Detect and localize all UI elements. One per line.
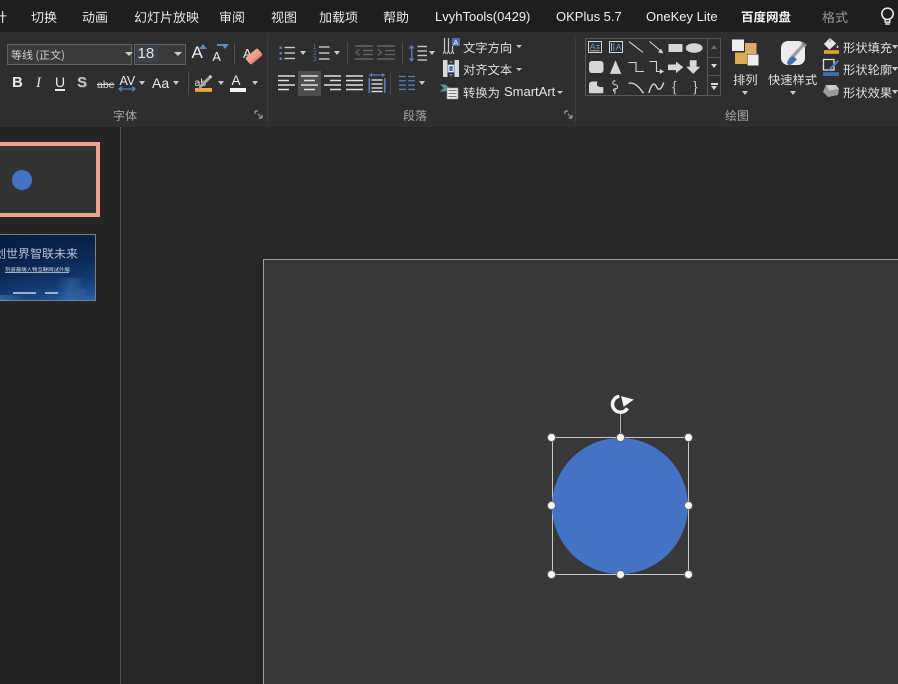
svg-text:A: A <box>590 42 596 52</box>
svg-text:A: A <box>616 42 622 52</box>
